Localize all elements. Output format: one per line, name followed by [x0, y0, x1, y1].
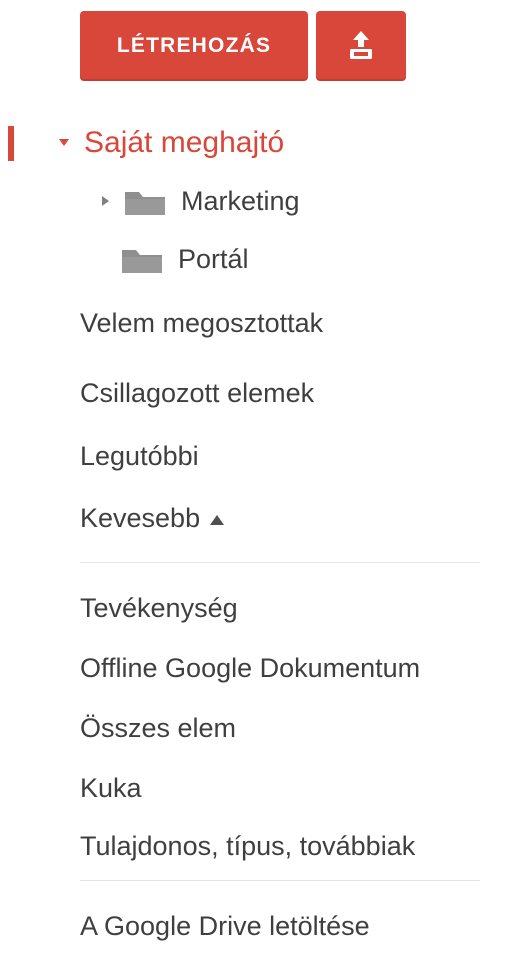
expand-down-icon[interactable] — [54, 133, 74, 153]
sidebar-item-offline-docs[interactable]: Offline Google Dokumentum — [0, 640, 508, 696]
drive-sidebar: LÉTREHOZÁS Saját meghajtó Marketing Port… — [0, 0, 508, 961]
sidebar-item-label: Offline Google Dokumentum — [80, 652, 421, 683]
sidebar-item-folder-portal[interactable]: Portál — [0, 231, 508, 287]
sidebar-item-all-items[interactable]: Összes elem — [0, 700, 508, 756]
sidebar-item-download-drive[interactable]: A Google Drive letöltése — [0, 898, 508, 954]
sidebar-item-label: Kuka — [80, 772, 142, 803]
create-button[interactable]: LÉTREHOZÁS — [80, 11, 308, 81]
sidebar-item-label: Tulajdonos, típus, továbbiak — [80, 830, 416, 861]
collapse-up-icon — [210, 515, 225, 525]
sidebar-item-label: A Google Drive letöltése — [80, 910, 370, 941]
upload-button[interactable] — [316, 11, 406, 81]
expand-right-icon[interactable] — [95, 191, 115, 211]
sidebar-item-label: Legutóbbi — [80, 440, 199, 471]
sidebar-item-folder-marketing[interactable]: Marketing — [0, 173, 508, 229]
sidebar-item-label: Velem megosztottak — [80, 307, 324, 338]
sidebar-item-shared-with-me[interactable]: Velem megosztottak — [0, 295, 508, 351]
sidebar-item-label: Összes elem — [80, 712, 237, 743]
sidebar-item-my-drive[interactable]: Saját meghajtó — [0, 115, 508, 171]
sidebar-item-recent[interactable]: Legutóbbi — [0, 428, 508, 484]
folder-icon — [122, 250, 162, 273]
divider — [80, 562, 480, 563]
sidebar-item-label: Marketing — [181, 185, 300, 216]
sidebar-item-starred[interactable]: Csillagozott elemek — [0, 365, 508, 421]
sidebar-item-label: Tevékenység — [80, 592, 238, 623]
sidebar-item-label: Kevesebb — [80, 502, 201, 533]
sidebar-item-less-toggle[interactable]: Kevesebb — [0, 490, 508, 546]
sidebar-item-activity[interactable]: Tevékenység — [0, 580, 508, 636]
sidebar-item-label: Portál — [178, 243, 249, 274]
folder-icon — [125, 192, 165, 215]
upload-icon — [350, 31, 372, 59]
sidebar-item-label: Saját meghajtó — [84, 126, 285, 159]
top-action-bar: LÉTREHOZÁS — [80, 11, 406, 81]
sidebar-item-owner-type-more[interactable]: Tulajdonos, típus, továbbiak — [0, 818, 508, 874]
sidebar-item-trash[interactable]: Kuka — [0, 760, 508, 816]
sidebar-item-label: Csillagozott elemek — [80, 377, 315, 408]
divider — [80, 880, 480, 881]
